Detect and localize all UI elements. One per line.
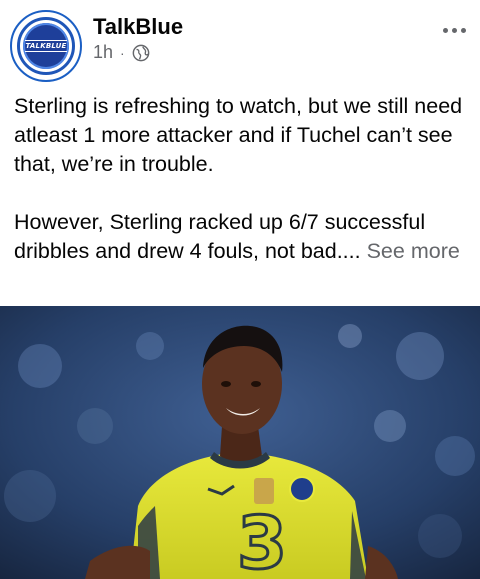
avatar-logo: TALKBLUE [23, 23, 69, 69]
page-avatar[interactable]: TALKBLUE [10, 10, 82, 82]
post-paragraph-1: Sterling is refreshing to watch, but we … [14, 94, 463, 176]
meta-separator: · [120, 44, 125, 61]
more-dot [452, 28, 457, 33]
jersey-sponsor-logo: 3 [237, 501, 287, 579]
chelsea-crest [289, 476, 315, 502]
post-time[interactable]: 1h [93, 42, 113, 63]
globe-icon[interactable] [132, 44, 150, 62]
post-header: TALKBLUE TalkBlue 1h · [0, 0, 480, 84]
avatar-logo-text: TALKBLUE [25, 40, 67, 52]
post-paragraph-2: However, Sterling racked up 6/7 successf… [14, 208, 470, 266]
more-options-icon[interactable] [443, 28, 466, 33]
page-name[interactable]: TalkBlue [93, 14, 183, 40]
post-paragraph-2-text: However, Sterling racked up 6/7 successf… [14, 210, 426, 263]
more-dot [443, 28, 448, 33]
post-meta: 1h · [93, 42, 150, 63]
post-photo[interactable]: 3 [0, 306, 480, 579]
post-text: Sterling is refreshing to watch, but we … [14, 92, 470, 266]
player-photo: 3 [0, 306, 480, 579]
more-dot [461, 28, 466, 33]
see-more-link[interactable]: See more [367, 239, 460, 263]
player-eye-left [221, 381, 231, 387]
avatar-ring: TALKBLUE [17, 17, 75, 75]
player-eye-right [251, 381, 261, 387]
